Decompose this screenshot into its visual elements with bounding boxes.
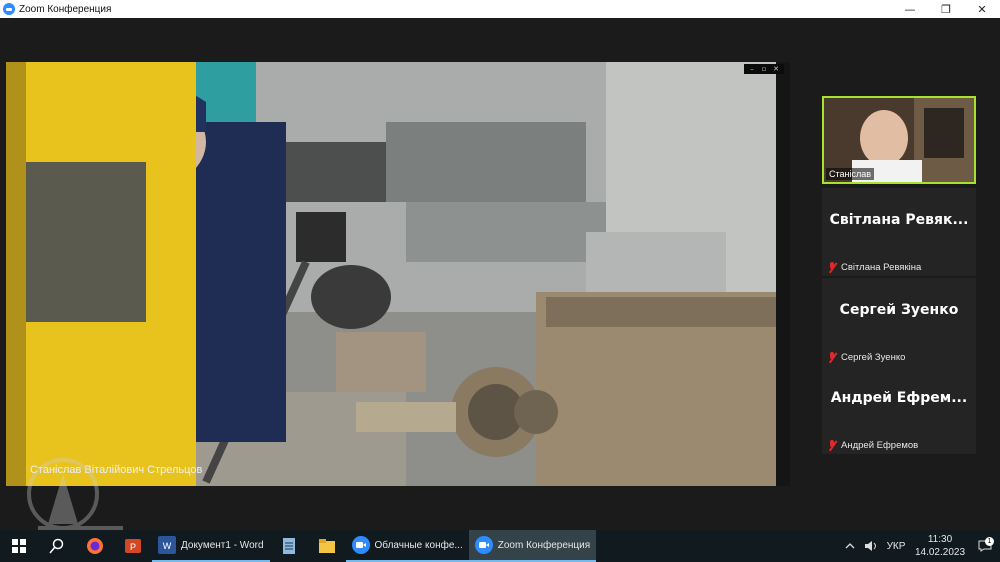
windows-taskbar: P W Документ1 - Word Облачные конфе... Z…: [0, 530, 1000, 562]
taskbar-app-label: Документ1 - Word: [181, 539, 264, 551]
start-button[interactable]: [0, 530, 38, 562]
firefox-icon: [87, 538, 103, 554]
participant-name-row: Андрей Ефремов: [827, 440, 918, 451]
taskbar-app-zoom-meeting[interactable]: Zoom Конференция: [468, 530, 597, 562]
participant-name: Світлана Ревякіна: [841, 262, 922, 273]
participant-tile-video[interactable]: Станіслав: [822, 96, 976, 184]
window-controls: — ❐ ✕: [892, 0, 1000, 18]
window-title: Zoom Конференция: [19, 3, 112, 15]
show-hidden-icons-chevron-icon[interactable]: [840, 543, 860, 549]
participant-display-name: Сергей Зуенко: [839, 302, 959, 318]
participant-tile[interactable]: Сергей Зуенко Сергей Зуенко: [822, 278, 976, 366]
search-icon: [49, 538, 64, 554]
participant-display-name: Андрей Ефрем...: [830, 390, 968, 406]
taskbar-app-zoom-cloud[interactable]: Облачные конфе...: [345, 530, 469, 562]
participant-name: Сергей Зуенко: [841, 352, 906, 363]
video-minimize-button[interactable]: –: [747, 64, 757, 74]
mic-muted-icon: [827, 440, 837, 451]
notepad-taskbar-button[interactable]: [270, 530, 308, 562]
notification-count-badge: 1: [985, 537, 994, 546]
search-button[interactable]: [38, 530, 76, 562]
clock-date: 14.02.2023: [914, 547, 966, 558]
participant-tile[interactable]: Андрей Ефрем... Андрей Ефремов: [822, 366, 976, 454]
video-restore-button[interactable]: ▫: [759, 64, 769, 74]
participant-display-name: Світлана Ревяк...: [829, 212, 969, 228]
taskbar-app-word[interactable]: W Документ1 - Word: [152, 530, 270, 562]
participant-tile[interactable]: Світлана Ревяк... Світлана Ревякіна: [822, 188, 976, 276]
maximize-button[interactable]: ❐: [928, 0, 964, 18]
notepad-icon: [282, 538, 295, 554]
svg-text:W: W: [163, 541, 172, 551]
system-tray: УКР 11:30 14.02.2023 1: [840, 530, 1000, 562]
powerpoint-icon: P: [125, 539, 141, 553]
video-window-controls: – ▫ ✕: [744, 64, 784, 74]
minimize-button[interactable]: —: [892, 0, 928, 18]
participant-name-row: Світлана Ревякіна: [827, 262, 921, 273]
participant-tile-label: Станіслав: [826, 168, 875, 180]
notification-center-button[interactable]: 1: [970, 537, 1000, 552]
mic-muted-icon: [827, 352, 837, 363]
mic-muted-icon: [827, 262, 837, 273]
participant-name-row: Сергей Зуенко: [827, 352, 905, 363]
zoom-icon: [351, 536, 370, 554]
clock-time: 11:30: [927, 534, 953, 545]
firefox-taskbar-button[interactable]: [76, 530, 114, 562]
taskbar-app-label: Облачные конфе...: [374, 539, 463, 551]
input-language-indicator[interactable]: УКР: [882, 541, 910, 552]
main-speaker-video[interactable]: – ▫ ✕ Станіслав Віталійович Стрельцов: [6, 62, 790, 486]
svg-text:P: P: [130, 542, 136, 552]
file-explorer-taskbar-button[interactable]: [308, 530, 346, 562]
volume-icon[interactable]: [860, 540, 882, 552]
meeting-stage: – ▫ ✕ Станіслав Віталійович Стрельцов Ст…: [0, 18, 1000, 540]
windows-logo-icon: [12, 539, 26, 553]
close-button[interactable]: ✕: [964, 0, 1000, 18]
video-close-button[interactable]: ✕: [771, 64, 781, 74]
lathe-workshop-scene: [6, 62, 790, 486]
word-icon: W: [158, 536, 176, 554]
powerpoint-taskbar-button[interactable]: P: [114, 530, 152, 562]
zoom-icon: [474, 536, 493, 554]
taskbar-clock[interactable]: 11:30 14.02.2023: [910, 533, 970, 559]
participant-name: Андрей Ефремов: [841, 440, 919, 451]
title-bar: Zoom Конференция — ❐ ✕: [0, 0, 1000, 18]
folder-icon: [318, 539, 335, 553]
taskbar-app-label: Zoom Конференция: [497, 539, 591, 551]
zoom-logo-icon: [3, 3, 15, 15]
